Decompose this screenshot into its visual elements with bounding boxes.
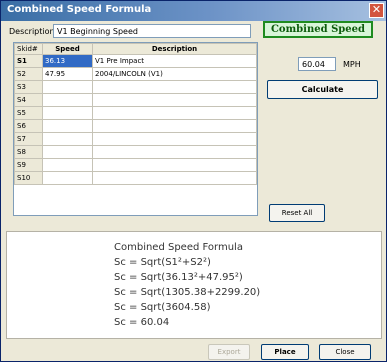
description-cell[interactable]: 2004/LINCOLN (V1) <box>92 67 257 81</box>
row-header: S9 <box>14 158 43 172</box>
speed-cell[interactable] <box>42 93 93 107</box>
speed-cell[interactable] <box>42 80 93 94</box>
row-header: S5 <box>14 106 43 120</box>
combined-speed-window: Combined Speed Formula ✕ Description: Co… <box>0 0 387 362</box>
table-row[interactable]: S6 <box>14 119 257 133</box>
column-header-speed: Speed <box>42 43 93 55</box>
description-cell[interactable] <box>92 171 257 185</box>
table-row[interactable]: S10 <box>14 171 257 185</box>
row-header: S3 <box>14 80 43 94</box>
combined-speed-header: Combined Speed <box>263 21 373 38</box>
formula-line: Sc = Sqrt(S1²+S2²) <box>114 257 211 268</box>
table-row[interactable]: S4 <box>14 93 257 107</box>
formula-line: Sc = Sqrt(1305.38+2299.20) <box>114 287 261 298</box>
description-cell[interactable] <box>92 93 257 107</box>
export-button[interactable]: Export <box>208 344 250 360</box>
place-button[interactable]: Place <box>261 344 309 360</box>
row-header: S8 <box>14 145 43 159</box>
speed-cell[interactable] <box>42 119 93 133</box>
speed-cell[interactable] <box>42 106 93 120</box>
description-cell[interactable] <box>92 80 257 94</box>
title-bar[interactable]: Combined Speed Formula ✕ <box>1 1 386 21</box>
speed-cell[interactable] <box>42 158 93 172</box>
table-row[interactable]: S8 <box>14 145 257 159</box>
description-input[interactable] <box>53 24 251 38</box>
row-header: S6 <box>14 119 43 133</box>
description-cell[interactable] <box>92 158 257 172</box>
row-header: S10 <box>14 171 43 185</box>
description-cell[interactable] <box>92 132 257 146</box>
unit-label: MPH <box>343 60 361 69</box>
close-button[interactable]: Close <box>319 344 371 360</box>
combined-speed-output[interactable] <box>298 57 336 71</box>
skid-table-header: Skid# Speed Description <box>14 43 257 55</box>
table-row[interactable]: S7 <box>14 132 257 146</box>
table-row[interactable]: S5 <box>14 106 257 120</box>
row-header: S7 <box>14 132 43 146</box>
table-row[interactable]: S2 47.95 2004/LINCOLN (V1) <box>14 67 257 81</box>
formula-result: Sc = 60.04 <box>114 317 170 328</box>
formula-panel: Combined Speed Formula Sc = Sqrt(S1²+S2²… <box>6 231 382 339</box>
description-label: Description: <box>9 27 58 36</box>
table-row[interactable]: S1 36.13 V1 Pre Impact <box>14 54 257 68</box>
formula-title: Combined Speed Formula <box>114 242 243 253</box>
description-cell[interactable] <box>92 119 257 133</box>
row-header: S4 <box>14 93 43 107</box>
formula-line: Sc = Sqrt(3604.58) <box>114 302 211 313</box>
description-cell[interactable] <box>92 106 257 120</box>
column-header-skid: Skid# <box>14 43 43 55</box>
speed-cell[interactable] <box>42 145 93 159</box>
description-cell[interactable] <box>92 145 257 159</box>
speed-cell[interactable]: 36.13 <box>42 54 93 68</box>
table-row[interactable]: S9 <box>14 158 257 172</box>
window-title: Combined Speed Formula <box>7 4 152 15</box>
skid-table: Skid# Speed Description S1 36.13 V1 Pre … <box>14 43 257 185</box>
row-header: S1 <box>14 54 43 68</box>
formula-line: Sc = Sqrt(36.13²+47.95²) <box>114 272 243 283</box>
description-cell[interactable]: V1 Pre Impact <box>92 54 257 68</box>
skid-grid: Skid# Speed Description S1 36.13 V1 Pre … <box>13 42 258 216</box>
close-window-button[interactable]: ✕ <box>369 3 384 18</box>
speed-cell[interactable] <box>42 132 93 146</box>
calculate-button[interactable]: Calculate <box>267 80 378 99</box>
speed-cell[interactable]: 47.95 <box>42 67 93 81</box>
speed-cell[interactable] <box>42 171 93 185</box>
row-header: S2 <box>14 67 43 81</box>
reset-all-button[interactable]: Reset All <box>269 204 325 222</box>
column-header-description: Description <box>92 43 257 55</box>
table-row[interactable]: S3 <box>14 80 257 94</box>
